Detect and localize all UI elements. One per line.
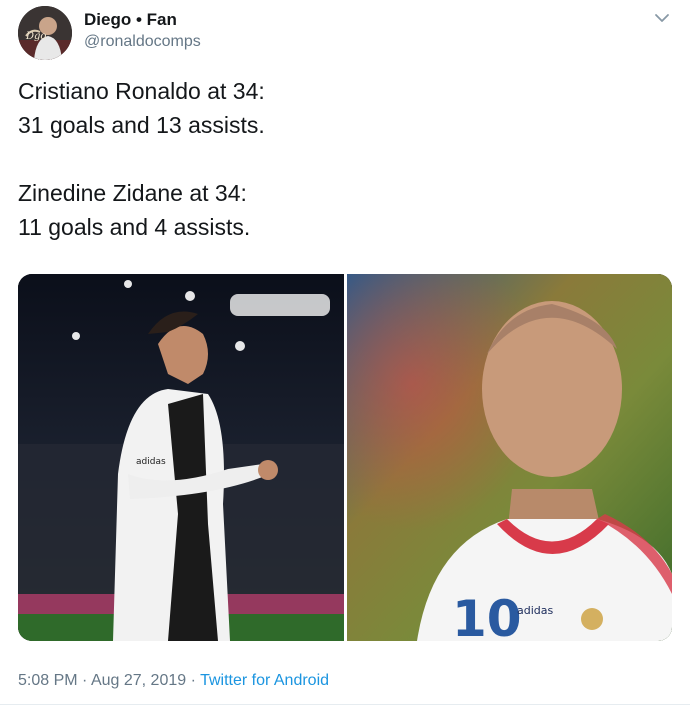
- author-handle[interactable]: @ronaldocomps: [84, 33, 201, 51]
- divider-line: [0, 704, 690, 705]
- tweet-line: Zinedine Zidane at 34:: [18, 180, 247, 206]
- tweet-line: Cristiano Ronaldo at 34:: [18, 78, 265, 104]
- tweet-line: 11 goals and 4 assists.: [18, 214, 251, 240]
- ronaldo-photo[interactable]: adidas: [18, 274, 344, 641]
- meta-separator: ·: [77, 672, 91, 689]
- ronaldo-photo-icon: adidas: [18, 274, 344, 641]
- tweet-card: Dgo Diego • Fan @ronaldocomps Cristiano …: [0, 0, 690, 708]
- tweet-menu-button[interactable]: [652, 10, 672, 26]
- meta-separator: ·: [186, 672, 201, 689]
- media-grid: adidas 10 adidas: [18, 274, 672, 641]
- tweet-text: Cristiano Ronaldo at 34: 31 goals and 13…: [18, 74, 658, 244]
- zidane-photo-icon: 10 adidas: [347, 274, 672, 641]
- svg-text:Dgo: Dgo: [25, 31, 46, 42]
- zidane-photo[interactable]: 10 adidas: [347, 274, 672, 641]
- tweet-line: 31 goals and 13 assists.: [18, 112, 265, 138]
- tweet-meta: 5:08 PM · Aug 27, 2019 · Twitter for And…: [18, 672, 329, 690]
- avatar[interactable]: Dgo: [18, 6, 72, 60]
- tweet-source-link[interactable]: Twitter for Android: [200, 672, 329, 689]
- author-name[interactable]: Diego • Fan: [84, 10, 177, 30]
- tweet-date[interactable]: Aug 27, 2019: [91, 672, 186, 689]
- jersey-sponsor-mark: adidas: [136, 457, 166, 467]
- tweet-time[interactable]: 5:08 PM: [18, 672, 78, 689]
- avatar-photo-icon: Dgo: [18, 6, 72, 60]
- shirt-brand: adidas: [517, 604, 554, 617]
- chevron-down-icon: [655, 14, 669, 22]
- shirt-number: 10: [452, 590, 522, 641]
